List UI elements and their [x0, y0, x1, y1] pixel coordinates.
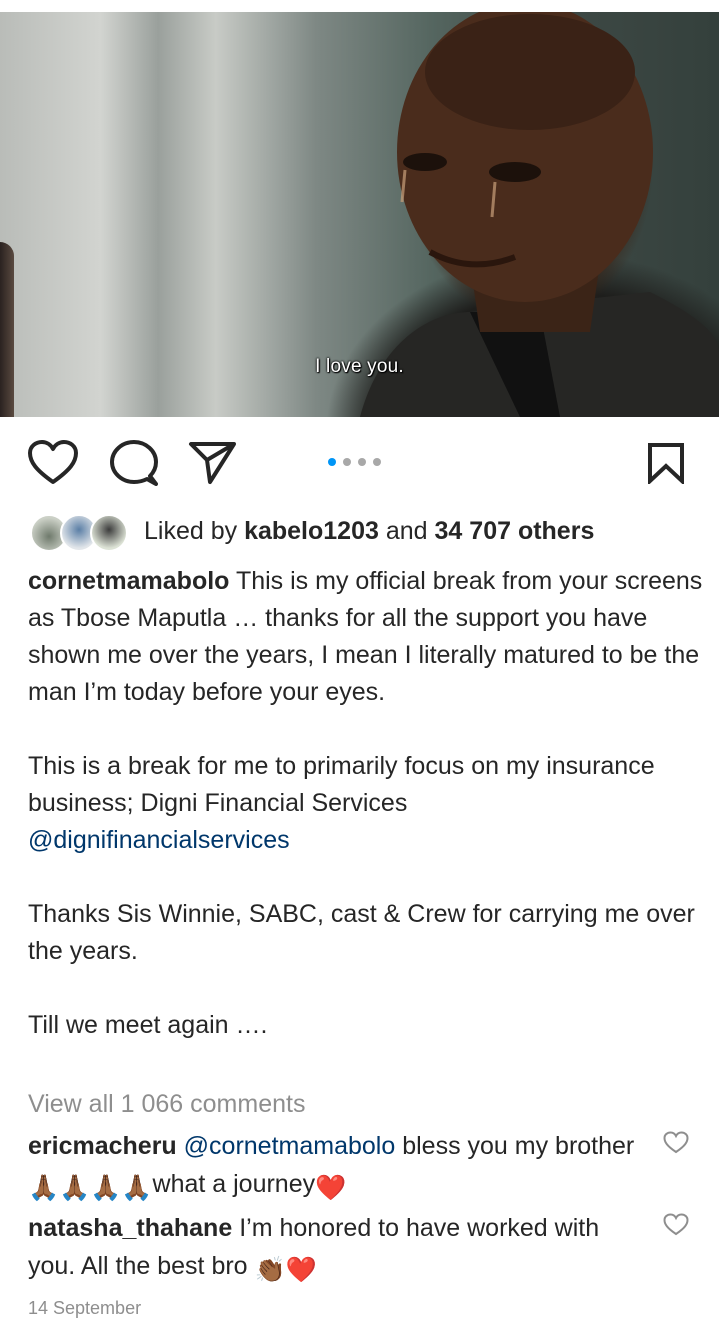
- comment-username[interactable]: ericmacheru: [28, 1132, 177, 1160]
- avatar: [90, 514, 128, 552]
- caption-para-4: Till we meet again ….: [28, 1011, 268, 1039]
- comment-mention[interactable]: @cornetmamabolo: [184, 1132, 396, 1160]
- heart-outline-icon[interactable]: [28, 440, 78, 491]
- carousel-dot-active: [328, 458, 336, 466]
- caption-mention-link[interactable]: @dignifinancialservices: [28, 826, 290, 854]
- likes-text: Liked by kabelo1203 and 34 707 others: [144, 517, 594, 546]
- caption-para-2: This is a break for me to primarily focu…: [28, 752, 655, 817]
- red-heart-emoji: ❤️: [315, 1174, 347, 1202]
- comment-text-2: what a journey: [152, 1170, 316, 1198]
- comment-like-small-heart-icon[interactable]: [663, 1131, 689, 1160]
- view-all-comments-link[interactable]: View all 1 066 comments: [28, 1090, 305, 1119]
- carousel-dot: [358, 458, 366, 466]
- comment-like-small-heart-icon[interactable]: [663, 1213, 689, 1242]
- comment-username[interactable]: natasha_thahane: [28, 1214, 232, 1242]
- comment-bubble-icon[interactable]: [110, 440, 158, 491]
- liker-avatars: [30, 514, 130, 554]
- likes-summary[interactable]: Liked by kabelo1203 and 34 707 others: [28, 510, 708, 554]
- paper-plane-icon[interactable]: [188, 440, 238, 491]
- carousel-dot: [343, 458, 351, 466]
- bookmark-icon[interactable]: [646, 442, 686, 489]
- post-image[interactable]: I love you.: [0, 12, 719, 417]
- likes-and-label: and: [385, 517, 428, 545]
- liked-by-label: Liked by: [144, 517, 238, 545]
- comment-text: bless you my brother: [402, 1132, 635, 1160]
- clap-heart-emoji: 👏🏾❤️: [254, 1256, 317, 1284]
- video-subtitle: I love you.: [315, 356, 404, 377]
- carousel-dot: [373, 458, 381, 466]
- caption-para-3: Thanks Sis Winnie, SABC, cast & Crew for…: [28, 900, 695, 965]
- post-action-bar: [0, 432, 719, 492]
- post-caption: cornetmamabolo This is my official break…: [28, 563, 708, 1044]
- praying-hands-emoji: 🙏🏾🙏🏾🙏🏾🙏🏾: [28, 1174, 153, 1202]
- caption-username[interactable]: cornetmamabolo: [28, 567, 229, 595]
- likes-count[interactable]: 34 707 others: [435, 517, 595, 545]
- liker-username[interactable]: kabelo1203: [244, 517, 379, 545]
- comment-item: natasha_thahane I’m honored to have work…: [28, 1209, 653, 1289]
- comment-item: ericmacheru @cornetmamabolo bless you my…: [28, 1127, 653, 1207]
- post-date: 14 September: [28, 1298, 142, 1318]
